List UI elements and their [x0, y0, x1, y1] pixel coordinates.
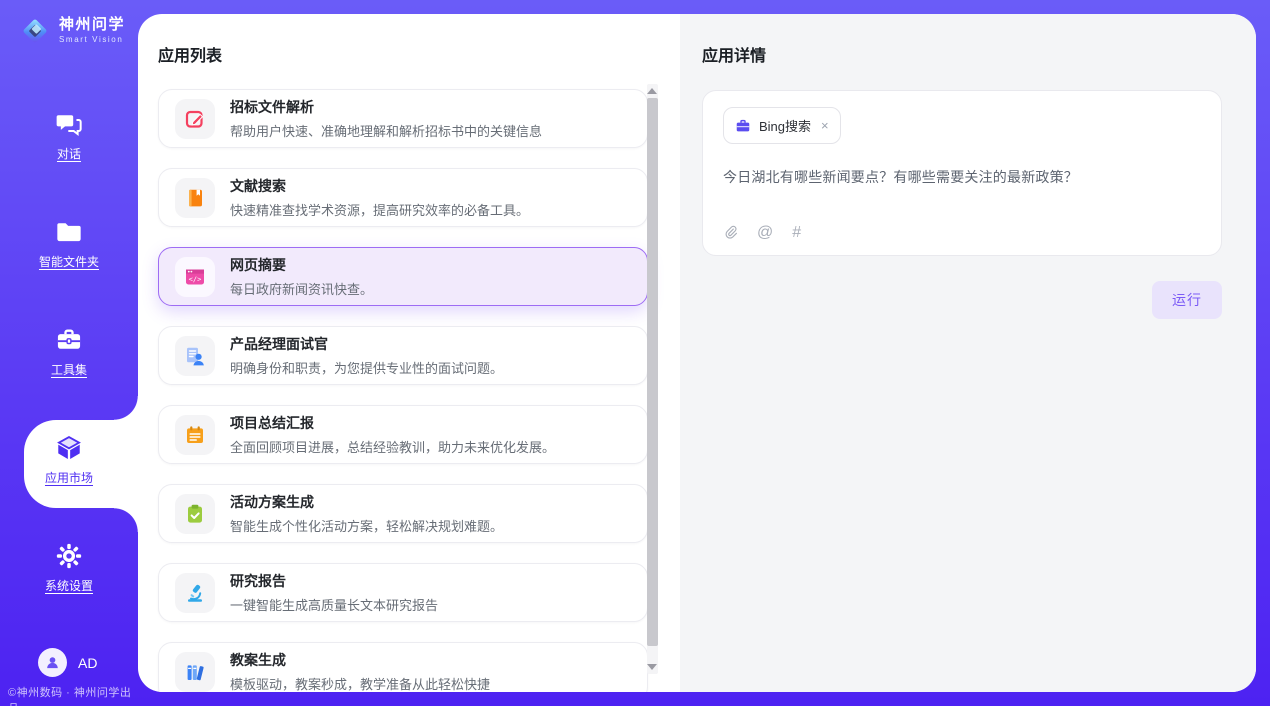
microscope-icon [175, 573, 215, 613]
app-cards: 招标文件解析 帮助用户快速、准确地理解和解析招标书中的关键信息 文献搜索 快速精… [158, 89, 648, 692]
app-card-title: 教案生成 [230, 650, 490, 670]
brand-logo: 神州问学 Smart Vision [18, 14, 125, 48]
app-detail-panel: 应用详情 Bing搜索 × 今日湖北有哪些新闻要点？有哪些需要关注的最新政策？ … [680, 14, 1256, 692]
chat-icon [55, 110, 83, 138]
scrollbar-thumb[interactable] [647, 98, 658, 646]
app-list-scrollbar[interactable] [647, 84, 658, 674]
app-list-panel: 应用列表 招标文件解析 帮助用户快速、准确地理解和解析招标书中的关键信息 [138, 14, 680, 692]
app-detail-title: 应用详情 [702, 42, 1222, 66]
app-card-literature-search[interactable]: 文献搜索 快速精准查找学术资源，提高研究效率的必备工具。 [158, 168, 648, 227]
app-card-web-summary[interactable]: </> 网页摘要 每日政府新闻资讯快查。 [158, 247, 648, 306]
app-list-title: 应用列表 [158, 42, 648, 66]
app-card-desc: 模板驱动，教案秒成，教学准备从此轻松快捷 [230, 674, 490, 692]
content-panel: 应用列表 招标文件解析 帮助用户快速、准确地理解和解析招标书中的关键信息 [138, 14, 1256, 692]
interviewer-icon [175, 336, 215, 376]
app-card-title: 招标文件解析 [230, 97, 542, 117]
gear-icon [55, 542, 83, 570]
sidebar-item-label: 系统设置 [45, 577, 93, 594]
paperclip-icon[interactable] [723, 224, 738, 241]
user-profile[interactable]: AD [38, 648, 97, 677]
app-card-event-plan[interactable]: 活动方案生成 智能生成个性化活动方案，轻松解决规划难题。 [158, 484, 648, 543]
sidebar-item-chat[interactable]: 对话 [0, 110, 138, 162]
brand-name: 神州问学 [59, 17, 125, 34]
attachment-toolbar: @ # [723, 224, 1201, 241]
calendar-icon [175, 415, 215, 455]
cube-icon [55, 434, 83, 462]
sidebar: 神州问学 Smart Vision 对话 智能文件夹 工具集 [0, 0, 138, 706]
sidebar-item-settings[interactable]: 系统设置 [0, 542, 138, 594]
chip-close-icon[interactable]: × [821, 119, 829, 132]
clipboard-check-icon [175, 494, 215, 534]
app-card-desc: 快速精准查找学术资源，提高研究效率的必备工具。 [230, 200, 529, 219]
app-card-desc: 一键智能生成高质量长文本研究报告 [230, 595, 438, 614]
app-card-title: 网页摘要 [230, 255, 373, 275]
books-icon [175, 652, 215, 692]
avatar [38, 648, 67, 677]
app-card-desc: 每日政府新闻资讯快查。 [230, 279, 373, 298]
prompt-card[interactable]: Bing搜索 × 今日湖北有哪些新闻要点？有哪些需要关注的最新政策？ @ # [702, 90, 1222, 256]
svg-text:</>: </> [189, 275, 202, 283]
tool-chip-bing-search[interactable]: Bing搜索 × [723, 107, 841, 144]
sidebar-item-label: 对话 [57, 145, 81, 162]
brand-subtitle: Smart Vision [59, 36, 125, 45]
app-card-research-report[interactable]: 研究报告 一键智能生成高质量长文本研究报告 [158, 563, 648, 622]
sidebar-item-label: 智能文件夹 [39, 253, 99, 270]
book-icon [175, 178, 215, 218]
copyright-text: ©神州数码 · 神州问学出品 [8, 684, 138, 716]
app-card-desc: 智能生成个性化活动方案，轻松解决规划难题。 [230, 516, 503, 535]
scrollbar-down-arrow-icon[interactable] [647, 664, 657, 670]
toolbox-icon [55, 326, 83, 354]
app-card-desc: 明确身份和职责，为您提供专业性的面试问题。 [230, 358, 503, 377]
sidebar-item-smart-folders[interactable]: 智能文件夹 [0, 218, 138, 270]
brand-logo-icon [18, 14, 52, 48]
sidebar-item-label: 工具集 [51, 361, 87, 378]
app-card-title: 文献搜索 [230, 176, 529, 196]
prompt-text[interactable]: 今日湖北有哪些新闻要点？有哪些需要关注的最新政策？ [723, 167, 1201, 187]
sidebar-item-label: 应用市场 [45, 469, 93, 486]
app-card-title: 活动方案生成 [230, 492, 503, 512]
app-card-desc: 全面回顾项目进展，总结经验教训，助力未来优化发展。 [230, 437, 555, 456]
sidebar-item-app-market[interactable]: 应用市场 [0, 434, 138, 486]
app-card-title: 产品经理面试官 [230, 334, 503, 354]
briefcase-icon [735, 118, 751, 134]
app-card-pm-interviewer[interactable]: 产品经理面试官 明确身份和职责，为您提供专业性的面试问题。 [158, 326, 648, 385]
person-icon [44, 654, 61, 671]
app-card-bid-parsing[interactable]: 招标文件解析 帮助用户快速、准确地理解和解析招标书中的关键信息 [158, 89, 648, 148]
app-card-title: 项目总结汇报 [230, 413, 555, 433]
app-card-project-summary[interactable]: 项目总结汇报 全面回顾项目进展，总结经验教训，助力未来优化发展。 [158, 405, 648, 464]
folder-icon [55, 218, 83, 246]
hashtag-icon[interactable]: # [792, 225, 801, 241]
app-card-lesson-plan[interactable]: 教案生成 模板驱动，教案秒成，教学准备从此轻松快捷 [158, 642, 648, 692]
sidebar-item-toolkit[interactable]: 工具集 [0, 326, 138, 378]
mention-icon[interactable]: @ [757, 225, 773, 241]
pen-square-icon [175, 99, 215, 139]
run-button[interactable]: 运行 [1152, 281, 1222, 319]
tool-chip-label: Bing搜索 [759, 116, 811, 135]
app-card-title: 研究报告 [230, 571, 438, 591]
scrollbar-up-arrow-icon[interactable] [647, 88, 657, 94]
browser-icon: </> [175, 257, 215, 297]
user-label: AD [78, 655, 97, 671]
app-card-desc: 帮助用户快速、准确地理解和解析招标书中的关键信息 [230, 121, 542, 140]
